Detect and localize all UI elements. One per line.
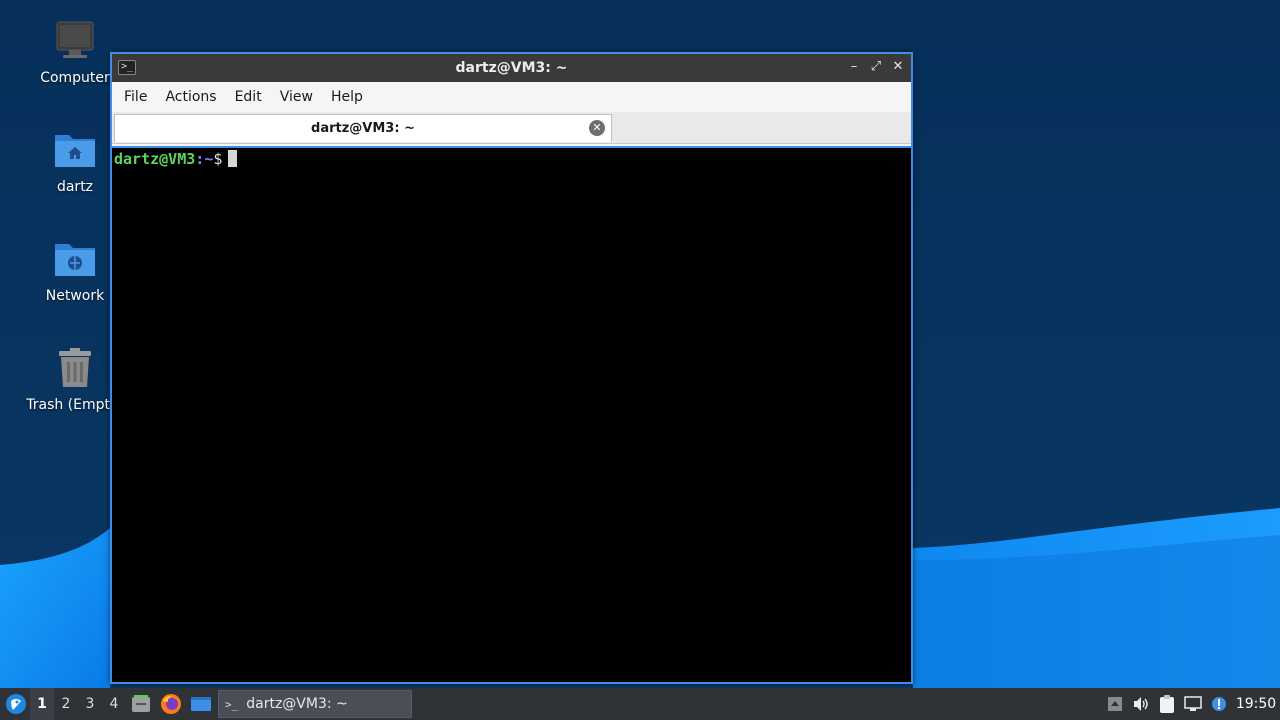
- prompt-colon: :: [195, 150, 205, 168]
- tab-bar: dartz@VM3: ~ ✕: [112, 112, 911, 144]
- menu-help[interactable]: Help: [323, 89, 371, 105]
- maximize-icon[interactable]: ⤢: [867, 58, 885, 76]
- menubar: File Actions Edit View Help: [112, 82, 911, 112]
- network-icon[interactable]: [1180, 688, 1206, 720]
- terminal-window[interactable]: >_ dartz@VM3: ~ – ⤢ ✕ File Actions Edit …: [110, 52, 913, 684]
- text-cursor: [228, 150, 238, 167]
- menu-edit[interactable]: Edit: [227, 89, 270, 105]
- window-title: dartz@VM3: ~: [455, 60, 568, 76]
- file-manager-icon: [132, 695, 150, 712]
- task-title: dartz@VM3: ~: [246, 696, 348, 712]
- show-desktop-launcher[interactable]: [186, 688, 216, 720]
- start-menu-icon: [6, 694, 26, 714]
- menu-actions[interactable]: Actions: [157, 89, 224, 105]
- window-titlebar[interactable]: >_ dartz@VM3: ~ – ⤢ ✕: [112, 54, 911, 82]
- network-folder-icon: [55, 244, 95, 276]
- clock[interactable]: 19:50: [1232, 696, 1280, 712]
- workspace-2[interactable]: 2: [54, 688, 78, 720]
- menu-view[interactable]: View: [272, 89, 321, 105]
- workspace-4[interactable]: 4: [102, 688, 126, 720]
- prompt-path: ~: [204, 150, 214, 168]
- tab-close-icon[interactable]: ✕: [589, 120, 605, 136]
- firefox-launcher[interactable]: [156, 688, 186, 720]
- prompt-symbol: $: [213, 150, 223, 168]
- menu-file[interactable]: File: [116, 89, 155, 105]
- minimize-icon[interactable]: –: [845, 58, 863, 76]
- system-tray: 19:50: [1102, 688, 1280, 720]
- home-folder-icon: [55, 135, 95, 167]
- prompt-line: dartz@VM3:~$: [114, 150, 909, 168]
- window-controls: – ⤢ ✕: [845, 58, 907, 76]
- volume-icon[interactable]: [1128, 688, 1154, 720]
- start-menu-button[interactable]: [2, 690, 30, 718]
- trash-icon: [59, 348, 91, 387]
- prompt-user-host: dartz@VM3: [114, 150, 196, 168]
- desktop-icon-label: Computer: [40, 70, 110, 86]
- taskbar: 1 2 3 4 >_ dartz@VM3: ~ 19:50: [0, 688, 1280, 720]
- desktop-icon-label: Network: [45, 288, 105, 304]
- tab-title: dartz@VM3: ~: [311, 121, 415, 136]
- computer-icon: [56, 21, 94, 58]
- terminal-output[interactable]: dartz@VM3:~$: [112, 146, 911, 682]
- close-icon[interactable]: ✕: [889, 58, 907, 76]
- clipboard-icon[interactable]: [1154, 688, 1180, 720]
- terminal-icon: >_: [225, 697, 239, 711]
- notification-icon[interactable]: [1206, 688, 1232, 720]
- terminal-icon[interactable]: >_: [118, 60, 136, 75]
- workspace-1[interactable]: 1: [30, 688, 54, 720]
- firefox-icon: [161, 694, 181, 714]
- tray-expand-icon[interactable]: [1102, 688, 1128, 720]
- desktop-icon: [191, 697, 211, 711]
- taskbar-task-terminal[interactable]: >_ dartz@VM3: ~: [218, 690, 412, 718]
- workspace-3[interactable]: 3: [78, 688, 102, 720]
- file-manager-launcher[interactable]: [126, 688, 156, 720]
- desktop-icon-label: dartz: [56, 179, 94, 195]
- terminal-tab[interactable]: dartz@VM3: ~ ✕: [114, 114, 612, 142]
